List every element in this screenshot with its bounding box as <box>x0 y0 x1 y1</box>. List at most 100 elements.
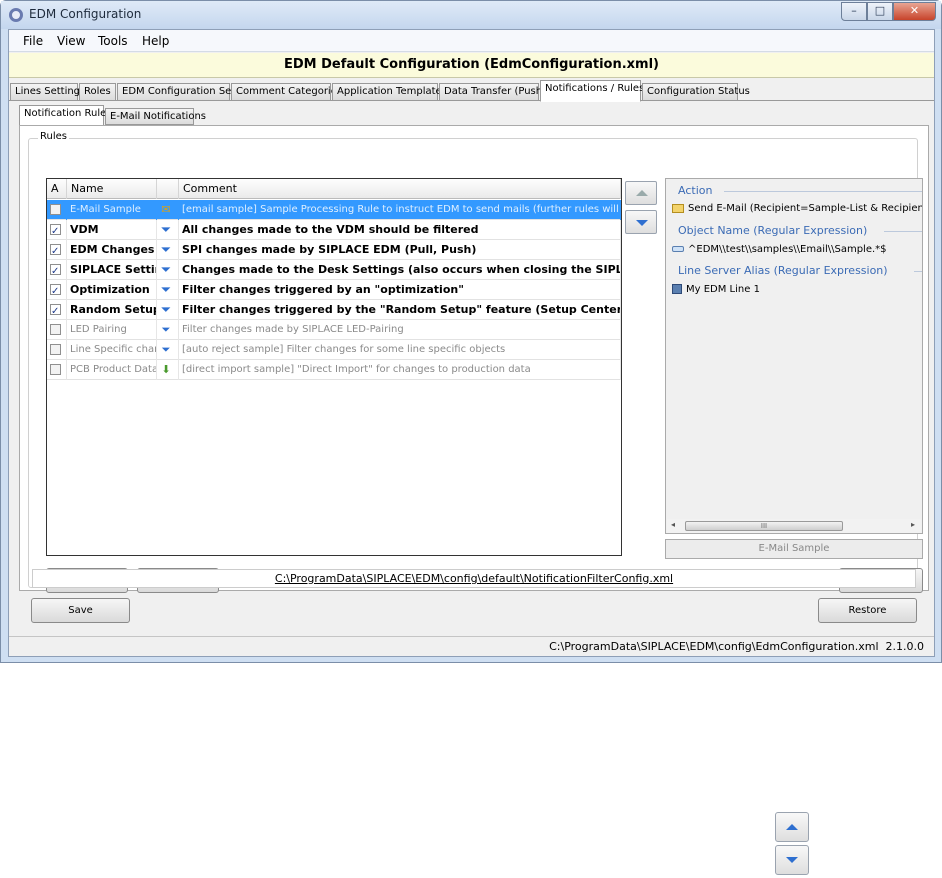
tab-data-transfer[interactable]: Data Transfer (Push) <box>439 83 546 101</box>
arrow-up-icon <box>786 824 798 830</box>
rule-active-checkbox[interactable] <box>50 204 61 215</box>
rule-active-checkbox[interactable] <box>50 242 61 260</box>
move-down-button[interactable] <box>625 210 657 234</box>
object-item[interactable]: ^EDM\\test\\samples\\Email\\Sample.*$ <box>672 244 887 255</box>
cell-comment: Filter changes triggered by the "Random … <box>179 300 621 320</box>
tab-configuration-status[interactable]: Configuration Status <box>642 83 750 101</box>
menu-bar: File View Tools Help <box>9 30 934 52</box>
tab-notifications-rules[interactable]: Notifications / Rules... <box>540 80 654 102</box>
table-row[interactable]: E-Mail Sample ✉ [email sample] Sample Proc… <box>47 200 621 220</box>
column-icon <box>157 179 179 199</box>
filter-icon: ⏷ <box>161 263 171 276</box>
scroll-left-icon[interactable]: ◂ <box>671 520 675 529</box>
cell-comment: SPI changes made by SIPLACE EDM (Pull, P… <box>179 240 621 260</box>
alias-section-label: Line Server Alias (Regular Expression) <box>678 264 888 277</box>
tab-email-notifications[interactable]: E-Mail Notifications <box>105 108 206 125</box>
cell-active[interactable] <box>47 240 67 260</box>
close-button[interactable]: ✕ <box>893 2 936 21</box>
column-name[interactable]: Name <box>67 179 157 199</box>
object-value: ^EDM\\test\\samples\\Email\\Sample.*$ <box>688 244 887 255</box>
rule-active-checkbox[interactable] <box>50 282 61 300</box>
minimize-button[interactable]: – <box>841 2 867 21</box>
scroll-thumb[interactable]: III <box>685 521 843 531</box>
cell-name: Random Setup <box>67 300 157 320</box>
action-section-label: Action <box>678 184 713 197</box>
scroll-right-icon[interactable]: ▸ <box>911 520 915 529</box>
column-comment[interactable]: Comment <box>179 179 621 199</box>
cell-active[interactable] <box>47 260 67 280</box>
rule-active-checkbox[interactable] <box>50 324 61 335</box>
column-a[interactable]: A <box>47 179 67 199</box>
filter-icon: ⏷ <box>161 243 171 256</box>
tab-notification-rules[interactable]: Notification Rules <box>19 105 112 126</box>
arrow-up-icon <box>636 190 648 196</box>
window-title: EDM Configuration <box>29 7 142 21</box>
title-bar[interactable]: EDM Configuration – □ ✕ <box>1 1 941 29</box>
app-gear-icon <box>9 8 23 22</box>
rules-panel: Rules A Name Comment E-Mail Sample ✉ [emai… <box>19 125 929 593</box>
tab-comment-categories[interactable]: Comment Categories <box>231 83 342 101</box>
cell-active[interactable] <box>47 280 67 300</box>
cell-icon: ⏷ <box>157 240 179 260</box>
envelope-icon <box>672 203 684 213</box>
filter-icon: ⏷ <box>161 283 171 296</box>
cell-active[interactable] <box>47 200 67 220</box>
cell-name: SIPLACE Settin... <box>67 260 157 280</box>
cell-active[interactable] <box>47 320 67 340</box>
cell-comment: Filter changes made by SIPLACE LED-Pairi… <box>179 320 621 340</box>
filter-icon: ⏷ <box>161 223 171 236</box>
table-row[interactable]: VDM ⏷ All changes made to the VDM should b… <box>47 220 621 240</box>
table-row[interactable]: SIPLACE Settin... ⏷ Changes made to the De… <box>47 260 621 280</box>
menu-tools[interactable]: Tools <box>98 34 128 48</box>
save-button[interactable]: Save <box>31 598 130 623</box>
cell-active[interactable] <box>47 220 67 240</box>
app-window: EDM Configuration – □ ✕ File View Tools … <box>0 0 942 663</box>
rule-active-checkbox[interactable] <box>50 222 61 240</box>
table-row[interactable]: Optimization ⏷ Filter changes triggered by… <box>47 280 621 300</box>
filter-icon: ⏷ <box>161 323 171 336</box>
alias-item[interactable]: My EDM Line 1 <box>672 284 760 295</box>
cell-active[interactable] <box>47 340 67 360</box>
menu-file[interactable]: File <box>23 34 43 48</box>
cell-name: EDM Changes <box>67 240 157 260</box>
table-row[interactable]: LED Pairing ⏷ Filter changes made by SIPLA… <box>47 320 621 340</box>
divider <box>884 231 922 232</box>
rule-active-checkbox[interactable] <box>50 302 61 320</box>
detail-hscrollbar[interactable]: ◂ III ▸ <box>667 519 921 533</box>
tab-lines-settings[interactable]: Lines Settings <box>10 83 85 101</box>
status-bar: C:\ProgramData\SIPLACE\EDM\config\EdmCon… <box>9 636 934 656</box>
rule-active-checkbox[interactable] <box>50 344 61 355</box>
menu-help[interactable]: Help <box>142 34 169 48</box>
table-row[interactable]: Line Specific chan... ⏷ [auto reject sampl… <box>47 340 621 360</box>
filter-icon: ⏷ <box>161 343 171 356</box>
table-row[interactable]: PCB Product Data ... ⬇ [direct import samp… <box>47 360 621 380</box>
floating-up-button[interactable] <box>775 812 809 842</box>
rule-active-checkbox[interactable] <box>50 364 61 375</box>
cell-active[interactable] <box>47 300 67 320</box>
move-up-button[interactable] <box>625 181 657 205</box>
arrow-down-icon <box>786 857 798 863</box>
rule-detail-panel: Action Send E-Mail (Recipient=Sample-Lis… <box>665 178 923 534</box>
rule-active-checkbox[interactable] <box>50 262 61 280</box>
tab-application-templates[interactable]: Application Templates <box>332 83 447 101</box>
cell-comment: [email sample] Sample Processing Rule to… <box>179 200 621 220</box>
maximize-button[interactable]: □ <box>867 2 893 21</box>
table-row[interactable]: EDM Changes ⏷ SPI changes made by SIPLACE … <box>47 240 621 260</box>
menu-view[interactable]: View <box>57 34 85 48</box>
cell-active[interactable] <box>47 360 67 380</box>
table-row[interactable]: Random Setup ⏷ Filter changes triggered by… <box>47 300 621 320</box>
floating-down-button[interactable] <box>775 845 809 875</box>
cell-comment: [direct import sample] "Direct Import" f… <box>179 360 621 380</box>
object-section-label: Object Name (Regular Expression) <box>678 224 868 237</box>
config-file-link[interactable]: C:\ProgramData\SIPLACE\EDM\config\defaul… <box>32 569 916 588</box>
action-item[interactable]: Send E-Mail (Recipient=Sample-List & Rec… <box>672 203 922 214</box>
status-text: C:\ProgramData\SIPLACE\EDM\config\EdmCon… <box>549 640 924 653</box>
status-version: 2.1.0.0 <box>885 640 924 653</box>
restore-button[interactable]: Restore <box>818 598 917 623</box>
rules-grid[interactable]: A Name Comment E-Mail Sample ✉ [email samp… <box>46 178 622 556</box>
cell-icon: ✉ <box>157 200 179 220</box>
cell-name: Line Specific chan... <box>67 340 157 360</box>
tab-edm-configuration-sets[interactable]: EDM Configuration Sets <box>117 83 240 101</box>
tab-roles[interactable]: Roles <box>79 83 116 101</box>
cell-name: Optimization <box>67 280 157 300</box>
